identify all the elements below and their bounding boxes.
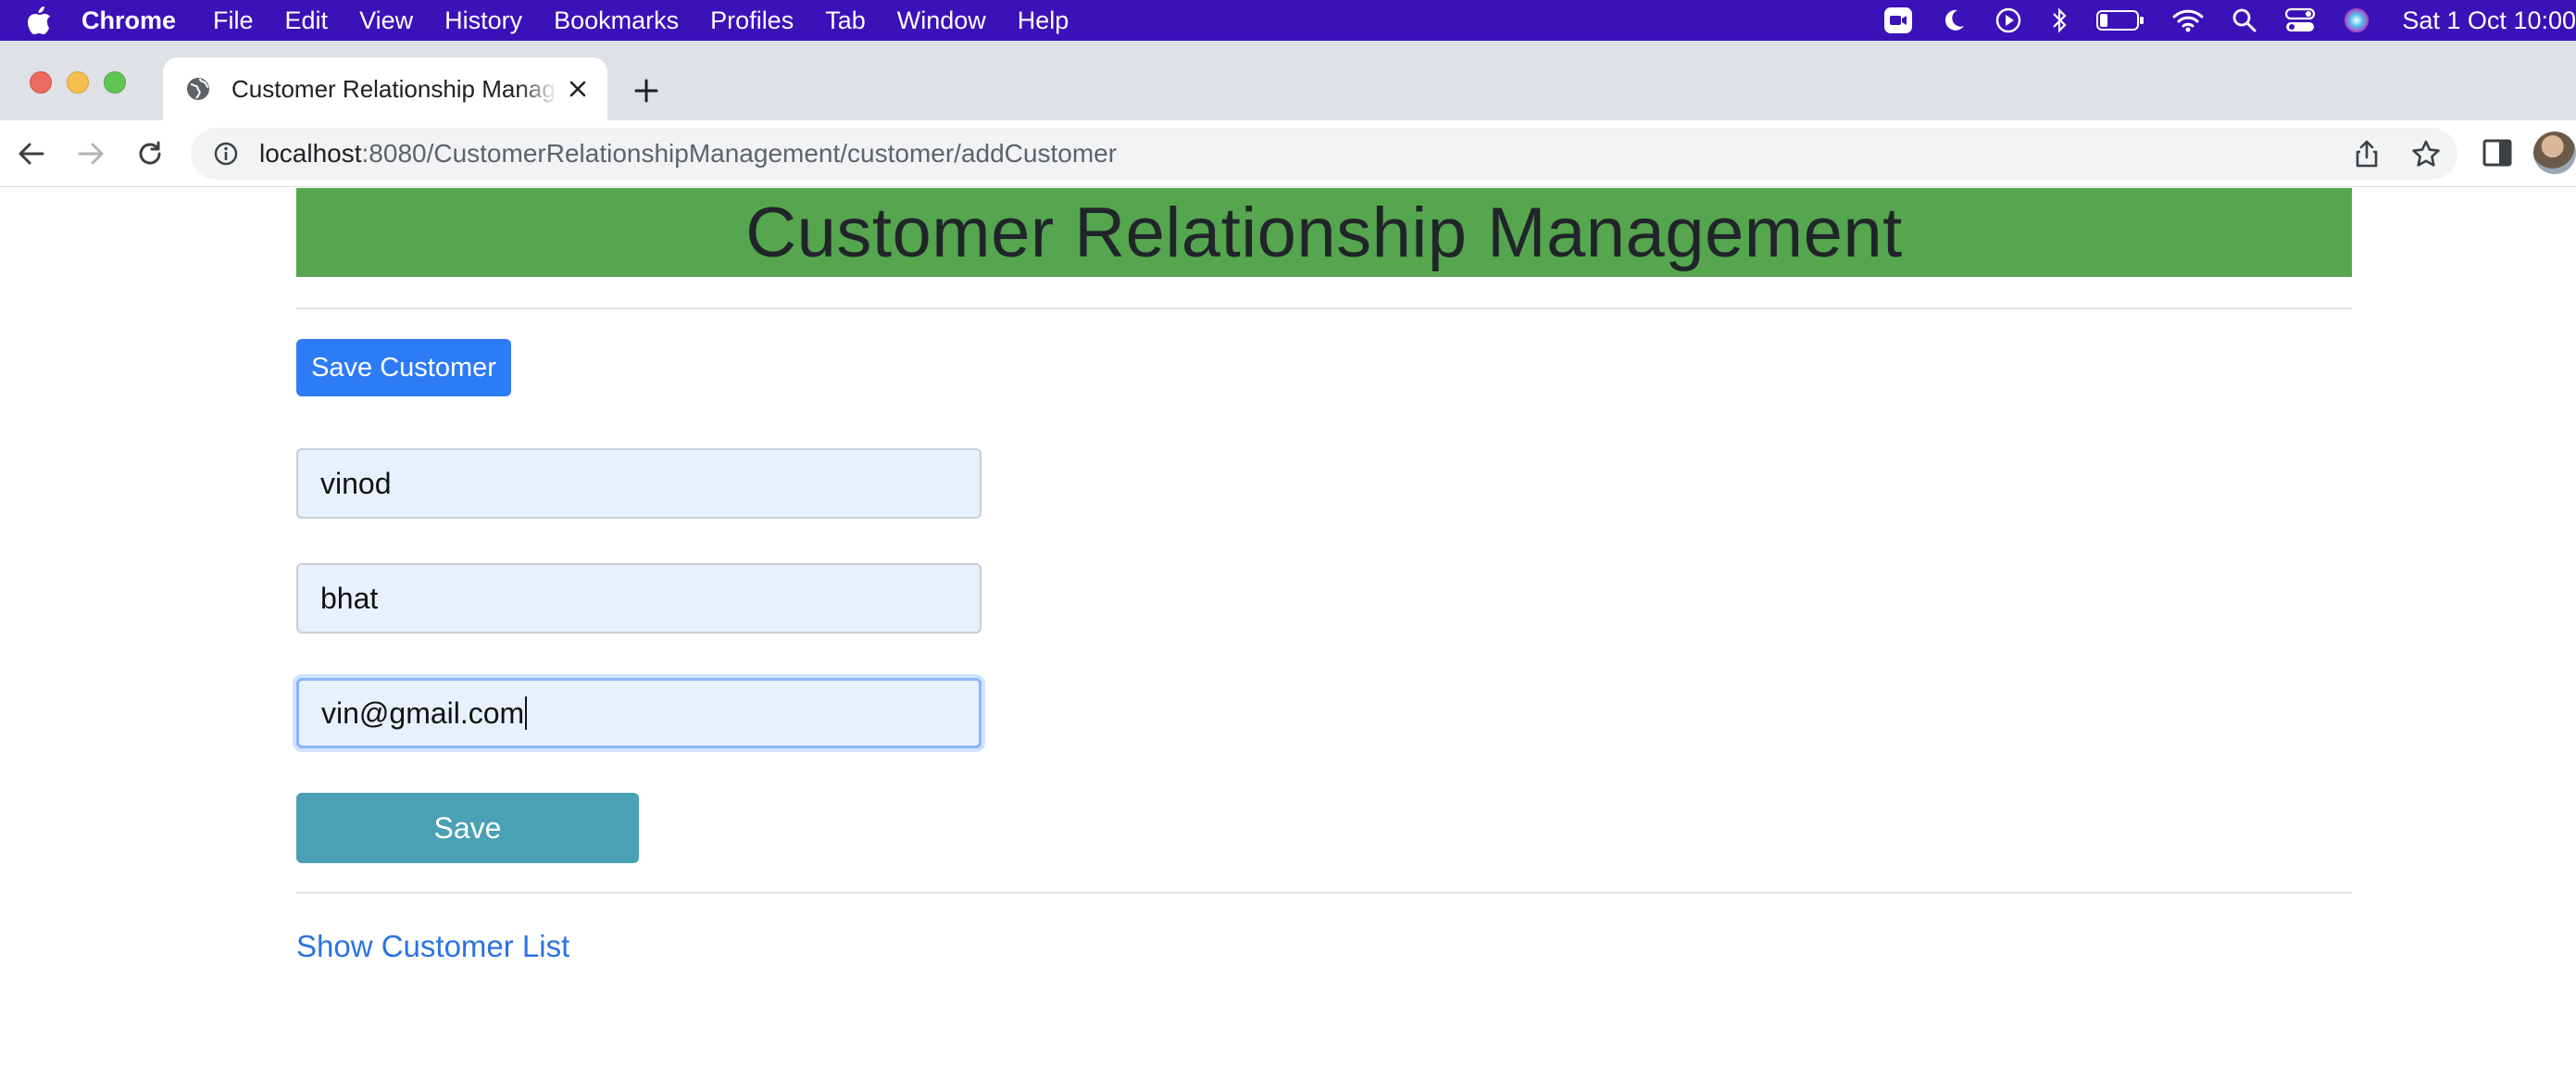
divider-top bbox=[296, 307, 2352, 309]
battery-icon[interactable] bbox=[2096, 8, 2145, 32]
new-tab-plus-icon[interactable] bbox=[628, 72, 665, 109]
address-url[interactable]: localhost:8080/CustomerRelationshipManag… bbox=[259, 139, 1117, 169]
first-name-field[interactable]: vinod bbox=[296, 448, 982, 519]
siri-icon[interactable] bbox=[2343, 6, 2370, 34]
show-customer-list-link[interactable]: Show Customer List bbox=[296, 929, 569, 964]
control-center-icon[interactable] bbox=[2285, 7, 2316, 33]
apple-logo-icon[interactable] bbox=[26, 5, 54, 36]
menu-view[interactable]: View bbox=[359, 6, 413, 35]
menu-file[interactable]: File bbox=[213, 6, 254, 35]
back-arrow-icon[interactable] bbox=[13, 135, 50, 172]
browser-tab-strip: Customer Relationship Management bbox=[0, 41, 2576, 120]
divider-bottom bbox=[296, 892, 2352, 894]
play-circle-icon[interactable] bbox=[1995, 6, 2022, 34]
page-header-banner: Customer Relationship Management bbox=[296, 188, 2352, 277]
menu-app-chrome[interactable]: Chrome bbox=[81, 6, 176, 35]
tab-close-icon[interactable] bbox=[565, 76, 591, 102]
page-title: Customer Relationship Management bbox=[745, 193, 1903, 272]
email-value: vin@gmail.com bbox=[321, 696, 525, 730]
spotlight-search-icon[interactable] bbox=[2232, 7, 2257, 33]
email-field[interactable]: vin@gmail.com bbox=[296, 678, 982, 748]
site-info-icon[interactable] bbox=[211, 139, 241, 169]
menu-bookmarks[interactable]: Bookmarks bbox=[554, 6, 679, 35]
tab-title: Customer Relationship Management bbox=[231, 74, 557, 103]
first-name-value: vinod bbox=[320, 466, 392, 500]
zoom-video-icon[interactable] bbox=[1883, 6, 1913, 34]
save-customer-button[interactable]: Save Customer bbox=[296, 339, 511, 396]
window-minimize-button[interactable] bbox=[67, 71, 89, 94]
url-path: :8080/CustomerRelationshipManagement/cus… bbox=[361, 139, 1118, 168]
last-name-field[interactable]: bhat bbox=[296, 563, 982, 633]
browser-toolbar: localhost:8080/CustomerRelationshipManag… bbox=[0, 120, 2576, 187]
menu-history[interactable]: History bbox=[444, 6, 522, 35]
page-content: Customer Relationship Management Save Cu… bbox=[0, 188, 2576, 1091]
do-not-disturb-moon-icon[interactable] bbox=[1941, 7, 1967, 33]
globe-favicon-icon bbox=[185, 75, 213, 103]
menu-window[interactable]: Window bbox=[897, 6, 986, 35]
menu-tab[interactable]: Tab bbox=[825, 6, 866, 35]
window-close-button[interactable] bbox=[30, 71, 52, 94]
wifi-icon[interactable] bbox=[2172, 8, 2204, 32]
reload-icon[interactable] bbox=[131, 135, 169, 172]
menu-profiles[interactable]: Profiles bbox=[710, 6, 794, 35]
window-zoom-button[interactable] bbox=[104, 71, 126, 94]
forward-arrow-icon[interactable] bbox=[72, 135, 109, 172]
url-host: localhost bbox=[259, 139, 362, 168]
text-cursor bbox=[525, 696, 528, 730]
browser-tab-active[interactable]: Customer Relationship Management bbox=[163, 57, 607, 120]
menu-bar-status-area: Sat 1 Oct 10:00 bbox=[1856, 0, 2576, 41]
bluetooth-icon[interactable] bbox=[2050, 6, 2069, 34]
address-bar[interactable]: localhost:8080/CustomerRelationshipManag… bbox=[191, 128, 2457, 180]
last-name-value: bhat bbox=[320, 581, 379, 615]
side-panel-icon[interactable] bbox=[2482, 137, 2515, 170]
macos-menu-bar: Chrome File Edit View History Bookmarks … bbox=[0, 0, 2576, 41]
menu-help[interactable]: Help bbox=[1018, 6, 1069, 35]
menu-bar-clock[interactable]: Sat 1 Oct 10:00 bbox=[2402, 6, 2576, 35]
profile-avatar[interactable] bbox=[2533, 132, 2576, 174]
share-icon[interactable] bbox=[2352, 139, 2382, 169]
save-button[interactable]: Save bbox=[296, 793, 639, 863]
bookmark-star-icon[interactable] bbox=[2411, 139, 2441, 169]
menu-edit[interactable]: Edit bbox=[285, 6, 329, 35]
